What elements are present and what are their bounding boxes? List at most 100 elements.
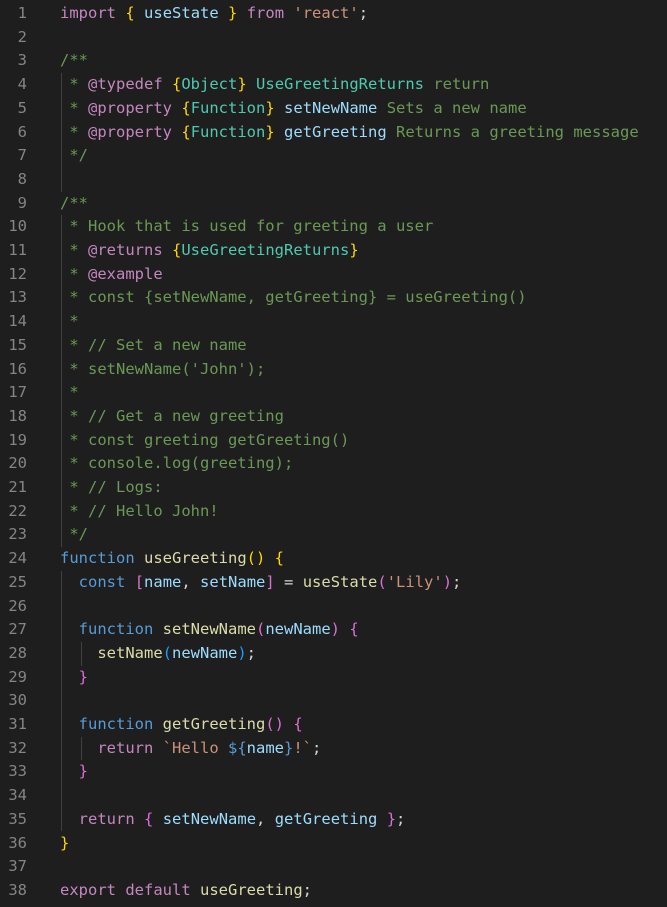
code-token: * Hook that is used for greeting a user bbox=[60, 217, 434, 236]
code-text[interactable]: * @property {Function} setNewName Sets a… bbox=[60, 97, 527, 121]
code-token: * const greeting getGreeting() bbox=[60, 430, 350, 449]
code-line[interactable]: 11 * @returns {UseGreetingReturns} bbox=[0, 239, 667, 263]
code-text[interactable]: * // Get a new greeting bbox=[60, 405, 284, 429]
code-text[interactable]: import { useState } from 'react'; bbox=[60, 2, 368, 26]
code-line[interactable]: 13 * const {setNewName, getGreeting} = u… bbox=[0, 286, 667, 310]
code-line[interactable]: 19 * const greeting getGreeting() bbox=[0, 429, 667, 453]
code-line[interactable]: 28 setName(newName); bbox=[0, 642, 667, 666]
code-token: () bbox=[246, 549, 266, 568]
code-line[interactable]: 2 bbox=[0, 26, 667, 50]
code-text[interactable]: * // Set a new name bbox=[60, 334, 246, 358]
code-text[interactable]: } bbox=[60, 666, 88, 690]
indent-guide bbox=[61, 570, 62, 832]
code-text[interactable]: * const greeting getGreeting() bbox=[60, 429, 349, 453]
code-token: Sets a new name bbox=[377, 98, 527, 117]
code-text[interactable]: export default useGreeting; bbox=[60, 879, 312, 903]
line-number: 3 bbox=[17, 51, 27, 70]
code-line[interactable]: 3 /** bbox=[0, 49, 667, 73]
code-text[interactable]: function getGreeting() { bbox=[60, 713, 303, 737]
code-text[interactable]: /** bbox=[60, 49, 88, 73]
code-line[interactable]: 17 * bbox=[0, 381, 667, 405]
code-text[interactable]: setName(newName); bbox=[60, 642, 256, 666]
code-line[interactable]: 35 return { setNewName, getGreeting }; bbox=[0, 808, 667, 832]
code-line[interactable]: 20 * console.log(greeting); bbox=[0, 452, 667, 476]
code-text[interactable]: function useGreeting() { bbox=[60, 547, 284, 571]
code-line[interactable]: 24 function useGreeting() { bbox=[0, 547, 667, 571]
code-line[interactable]: 23 */ bbox=[0, 523, 667, 547]
code-token: } bbox=[284, 738, 294, 757]
code-token: ) bbox=[330, 620, 341, 639]
code-line[interactable]: 7 */ bbox=[0, 144, 667, 168]
code-line[interactable]: 25 const [name, setName] = useState('Lil… bbox=[0, 571, 667, 595]
code-text[interactable]: * // Logs: bbox=[60, 476, 162, 500]
code-editor[interactable]: 1 import { useState } from 'react'; 2 3/** 4… bbox=[0, 0, 667, 907]
code-line[interactable]: 4 * @typedef {Object} UseGreetingReturns… bbox=[0, 73, 667, 97]
code-line[interactable]: 14 * bbox=[0, 310, 667, 334]
code-line[interactable]: 9 /** bbox=[0, 192, 667, 216]
code-text[interactable]: */ bbox=[60, 523, 88, 547]
code-line[interactable]: 27 function setNewName(newName) { bbox=[0, 618, 667, 642]
code-text[interactable]: return `Hello ${name}!`; bbox=[60, 737, 321, 761]
line-number: 27 bbox=[8, 620, 27, 639]
code-token: /** bbox=[60, 193, 88, 212]
code-line[interactable]: 26 bbox=[0, 595, 667, 619]
code-text[interactable]: * const {setNewName, getGreeting} = useG… bbox=[60, 286, 527, 310]
code-line[interactable]: 30 bbox=[0, 689, 667, 713]
code-text[interactable]: * @returns {UseGreetingReturns} bbox=[60, 239, 358, 263]
code-text[interactable]: * @typedef {Object} UseGreetingReturns r… bbox=[60, 73, 489, 97]
code-token: { bbox=[172, 75, 182, 94]
code-line[interactable]: 10 * Hook that is used for greeting a us… bbox=[0, 215, 667, 239]
code-text[interactable]: } bbox=[60, 760, 88, 784]
code-line[interactable]: 31 function getGreeting() { bbox=[0, 713, 667, 737]
code-line[interactable]: 21 * // Logs: bbox=[0, 476, 667, 500]
code-text[interactable]: * Hook that is used for greeting a user bbox=[60, 215, 433, 239]
code-line[interactable]: 6 * @property {Function} getGreeting Ret… bbox=[0, 121, 667, 145]
code-token: { bbox=[349, 620, 359, 639]
code-token: * bbox=[60, 383, 79, 402]
code-text[interactable]: * bbox=[60, 381, 79, 405]
code-token: setNewName bbox=[162, 620, 256, 639]
code-line[interactable]: 1 import { useState } from 'react'; bbox=[0, 2, 667, 26]
code-text[interactable]: * setNewName('John'); bbox=[60, 358, 265, 382]
code-token: { bbox=[125, 4, 135, 22]
code-token: setNewName bbox=[162, 809, 257, 828]
code-line[interactable]: 16 * setNewName('John'); bbox=[0, 358, 667, 382]
line-number: 34 bbox=[8, 786, 27, 805]
code-token: * bbox=[60, 264, 88, 283]
code-line[interactable]: 36} bbox=[0, 832, 667, 856]
code-text[interactable]: * bbox=[60, 310, 78, 334]
code-line[interactable]: 34 bbox=[0, 784, 667, 808]
code-token: * console.log(greeting); bbox=[60, 454, 294, 473]
code-token: { bbox=[181, 98, 191, 117]
code-line[interactable]: 15 * // Set a new name bbox=[0, 334, 667, 358]
code-token: ) bbox=[237, 643, 247, 662]
code-text[interactable]: * console.log(greeting); bbox=[60, 452, 293, 476]
code-text[interactable]: * // Hello John! bbox=[60, 500, 218, 524]
code-token: * const {setNewName, getGreeting} = useG… bbox=[60, 288, 527, 307]
code-line[interactable]: 8 bbox=[0, 168, 667, 192]
code-line[interactable]: 33 } bbox=[0, 760, 667, 784]
code-line[interactable]: 12 * @example bbox=[0, 263, 667, 287]
code-token: @property bbox=[88, 122, 172, 141]
code-line[interactable]: 5 * @property {Function} setNewName Sets… bbox=[0, 97, 667, 121]
code-text[interactable]: return { setNewName, getGreeting }; bbox=[60, 808, 406, 832]
code-token: * bbox=[60, 241, 88, 259]
code-line[interactable]: 32 return `Hello ${name}!`; bbox=[0, 737, 667, 761]
code-token: Returns a greeting message bbox=[386, 122, 639, 141]
code-text[interactable]: * @property {Function} getGreeting Retur… bbox=[60, 121, 639, 145]
code-text[interactable]: */ bbox=[60, 144, 88, 168]
code-line[interactable]: 38 export default useGreeting; bbox=[0, 879, 667, 903]
code-text[interactable]: /** bbox=[60, 192, 88, 216]
code-token: from bbox=[246, 4, 285, 22]
code-line[interactable]: 22 * // Hello John! bbox=[0, 500, 667, 524]
code-text[interactable]: const [name, setName] = useState('Lily')… bbox=[60, 571, 462, 595]
code-text[interactable]: * @example bbox=[60, 263, 162, 287]
code-token: } bbox=[265, 122, 275, 141]
code-line[interactable]: 37 bbox=[0, 855, 667, 879]
code-token: ; bbox=[396, 809, 406, 828]
code-text[interactable]: } bbox=[60, 832, 69, 856]
code-text[interactable]: function setNewName(newName) { bbox=[60, 618, 359, 642]
code-line[interactable]: 29 } bbox=[0, 666, 667, 690]
code-line[interactable]: 18 * // Get a new greeting bbox=[0, 405, 667, 429]
